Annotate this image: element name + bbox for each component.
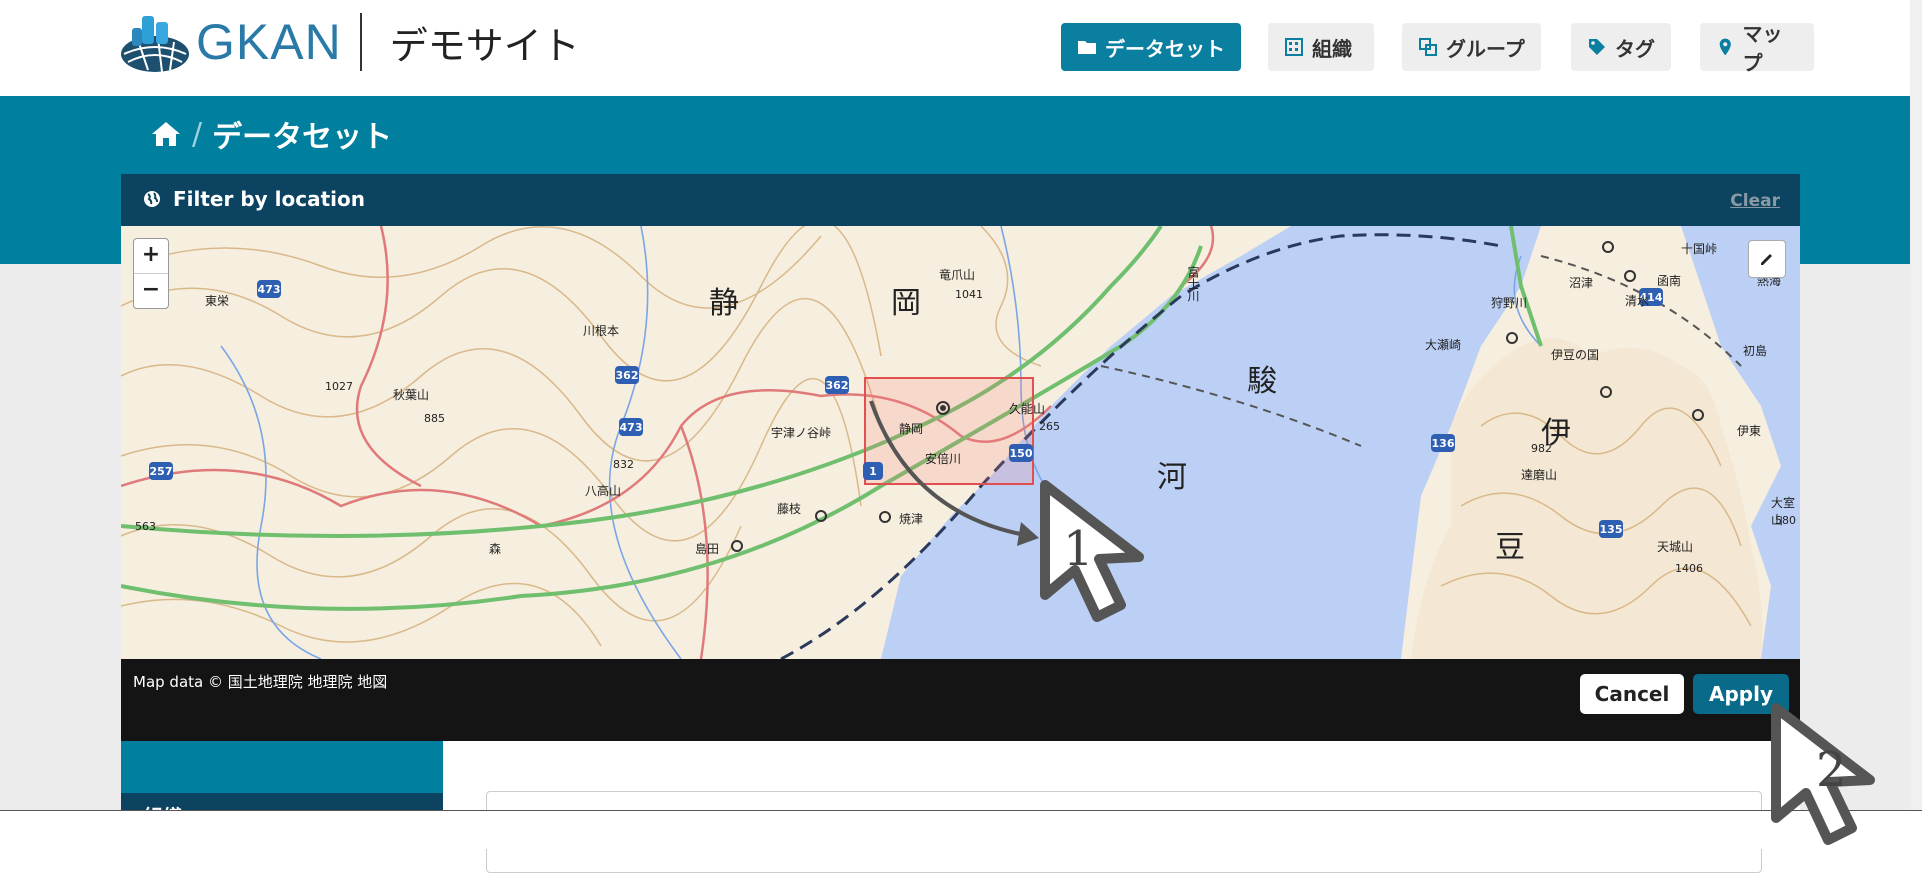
map-attribution: Map data © 国土地理院 地理院 地図 — [133, 673, 388, 691]
map-footer: Map data © 国土地理院 地理院 地図 Cancel Apply — [121, 659, 1800, 741]
group-icon — [1419, 38, 1437, 56]
nav-groups[interactable]: グループ — [1402, 23, 1541, 71]
svg-text:1: 1 — [1063, 521, 1094, 577]
panel-title: Filter by location — [143, 187, 365, 211]
step1-cursor-icon: 1 — [1040, 480, 1144, 622]
site-header: GKAN デモサイト データセット 組織 グループ タグ マップ — [0, 0, 1922, 96]
logo-text: GKAN — [196, 14, 342, 70]
home-icon[interactable] — [150, 120, 182, 148]
map-marker-icon — [1719, 38, 1731, 56]
nav-organizations[interactable]: 組織 — [1268, 23, 1374, 71]
breadcrumb-current[interactable]: データセット — [212, 112, 392, 156]
site-logo[interactable]: GKAN デモサイト — [118, 10, 580, 74]
scrollbar[interactable] — [1910, 0, 1922, 810]
globe-icon — [144, 191, 160, 207]
site-name: デモサイト — [389, 23, 580, 68]
annotation-arrow — [869, 400, 1039, 546]
clear-link[interactable]: Clear — [1730, 191, 1780, 211]
step2-cursor-icon: 2 — [1771, 703, 1875, 845]
breadcrumb-separator: / — [192, 116, 203, 152]
nav-datasets[interactable]: データセット — [1061, 23, 1241, 71]
gkan-logo-icon — [121, 16, 189, 73]
nav-tags[interactable]: タグ — [1571, 23, 1671, 71]
folder-icon — [1078, 41, 1096, 54]
nav-map[interactable]: マップ — [1700, 22, 1814, 75]
cancel-button[interactable]: Cancel — [1580, 674, 1684, 714]
tag-icon — [1589, 39, 1605, 55]
logo-divider — [359, 13, 362, 71]
filter-by-location-panel: Filter by location Clear 362 362 473 150… — [121, 174, 1800, 741]
bottom-strip — [0, 811, 1922, 849]
breadcrumb: / データセット — [150, 112, 392, 156]
map-canvas[interactable]: 362 362 473 150 1 136 414 135 257 473 静 … — [121, 226, 1800, 659]
svg-text:2: 2 — [1816, 742, 1847, 798]
panel-header: Filter by location Clear — [121, 174, 1800, 226]
building-icon — [1285, 38, 1303, 56]
